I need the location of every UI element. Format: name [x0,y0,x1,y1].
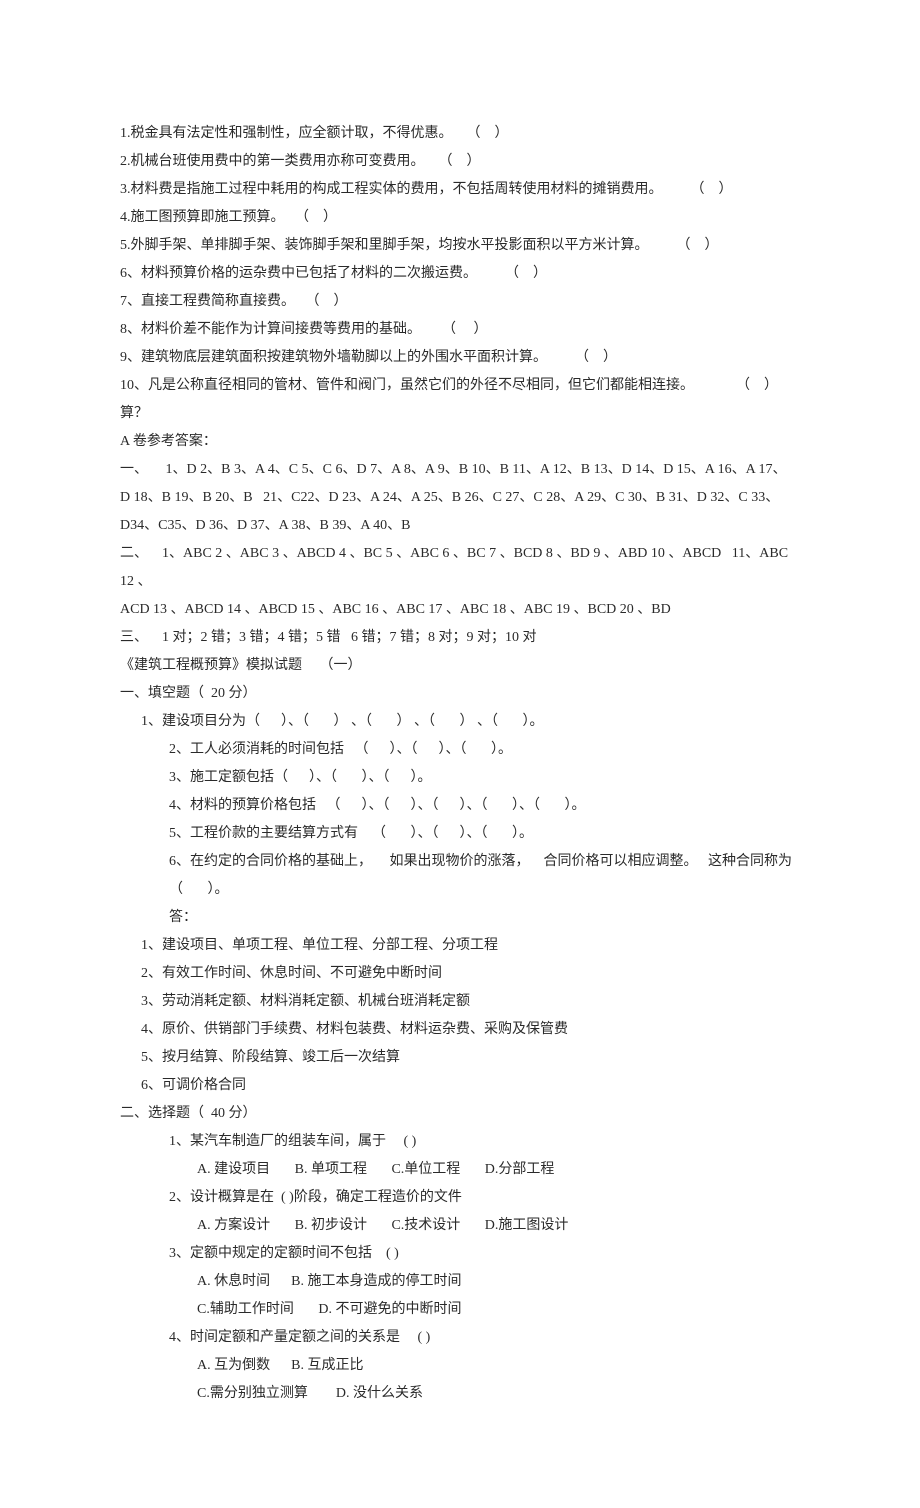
fill-q-2: 2、工人必须消耗的时间包括 （ ）、（ ）、（ ）。 [120,736,800,764]
tf-line-4: 4.施工图预算即施工预算。 （ ） [120,204,800,232]
mc-q-4-opts-2: C.需分别独立测算 D. 没什么关系 [120,1380,800,1408]
fill-q-5: 5、工程价款的主要结算方式有 （ ）、（ ）、（ ）。 [120,820,800,848]
answer-key-title: A 卷参考答案： [120,428,800,456]
mc-q-2-opts: A. 方案设计 B. 初步设计 C.技术设计 D.施工图设计 [120,1212,800,1240]
tf-line-6: 6、材料预算价格的运杂费中已包括了材料的二次搬运费。 （ ） [120,260,800,288]
fill-a-5: 5、按月结算、阶段结算、竣工后一次结算 [120,1044,800,1072]
mc-q-1-opts: A. 建设项目 B. 单项工程 C.单位工程 D.分部工程 [120,1156,800,1184]
fill-a-3: 3、劳动消耗定额、材料消耗定额、机械台班消耗定额 [120,988,800,1016]
fill-answer-label: 答： [120,904,800,932]
tf-line-7: 7、直接工程费简称直接费。 （ ） [120,288,800,316]
mc-q-3-opts-2: C.辅助工作时间 D. 不可避免的中断时间 [120,1296,800,1324]
answer-key-line-5: ACD 13 、ABCD 14 、ABCD 15 、ABC 16 、ABC 17… [120,596,800,624]
mc-q-3: 3、定额中规定的定额时间不包括 ( ) [120,1240,800,1268]
fill-q-1: 1、建设项目分为（ ）、（ ） 、（ ） 、（ ） 、（ ）。 [120,708,800,736]
section-1-title: 一、填空题（ 20 分） [120,680,800,708]
section-2-title: 二、选择题（ 40 分） [120,1100,800,1128]
answer-key-line-4: 二、 1、ABC 2 、ABC 3 、ABCD 4 、BC 5 、ABC 6 、… [120,540,800,596]
tf-line-5: 5.外脚手架、单排脚手架、装饰脚手架和里脚手架，均按水平投影面积以平方米计算。 … [120,232,800,260]
tf-line-extra: 算？ [120,400,800,428]
mc-q-4-opts-1: A. 互为倒数 B. 互成正比 [120,1352,800,1380]
fill-a-1: 1、建设项目、单项工程、单位工程、分部工程、分项工程 [120,932,800,960]
mc-q-3-opts-1: A. 休息时间 B. 施工本身造成的停工时间 [120,1268,800,1296]
tf-line-10: 10、凡是公称直径相同的管材、管件和阀门，虽然它们的外径不尽相同，但它们都能相连… [120,372,800,400]
tf-line-3: 3.材料费是指施工过程中耗用的构成工程实体的费用，不包括周转使用材料的摊销费用。… [120,176,800,204]
tf-line-2: 2.机械台班使用费中的第一类费用亦称可变费用。 （ ） [120,148,800,176]
mock-exam-title: 《建筑工程概预算》模拟试题 （一） [120,652,800,680]
fill-q-3: 3、施工定额包括（ ）、（ ）、（ ）。 [120,764,800,792]
answer-key-line-1: 一、 1、D 2、B 3、A 4、C 5、C 6、D 7、A 8、A 9、B 1… [120,456,800,484]
tf-line-8: 8、材料价差不能作为计算间接费等费用的基础。 （ ） [120,316,800,344]
answer-key-line-3: D34、C35、D 36、D 37、A 38、B 39、A 40、B [120,512,800,540]
fill-q-6: 6、在约定的合同价格的基础上， 如果出现物价的涨落， 合同价格可以相应调整。 这… [120,848,800,904]
fill-a-2: 2、有效工作时间、休息时间、不可避免中断时间 [120,960,800,988]
mc-q-4: 4、时间定额和产量定额之间的关系是 ( ) [120,1324,800,1352]
fill-a-6: 6、可调价格合同 [120,1072,800,1100]
fill-q-4: 4、材料的预算价格包括 （ ）、（ ）、（ ）、（ ）、（ ）。 [120,792,800,820]
fill-a-4: 4、原价、供销部门手续费、材料包装费、材料运杂费、采购及保管费 [120,1016,800,1044]
tf-line-9: 9、建筑物底层建筑面积按建筑物外墙勒脚以上的外围水平面积计算。 （ ） [120,344,800,372]
tf-line-1: 1.税金具有法定性和强制性，应全额计取，不得优惠。 （ ） [120,120,800,148]
answer-key-line-2: D 18、B 19、B 20、B 21、C22、D 23、A 24、A 25、B… [120,484,800,512]
mc-q-2: 2、设计概算是在 ( )阶段，确定工程造价的文件 [120,1184,800,1212]
answer-key-line-6: 三、 1 对；2 错；3 错；4 错；5 错 6 错；7 错；8 对；9 对；1… [120,624,800,652]
mc-q-1: 1、某汽车制造厂的组装车间，属于 ( ) [120,1128,800,1156]
